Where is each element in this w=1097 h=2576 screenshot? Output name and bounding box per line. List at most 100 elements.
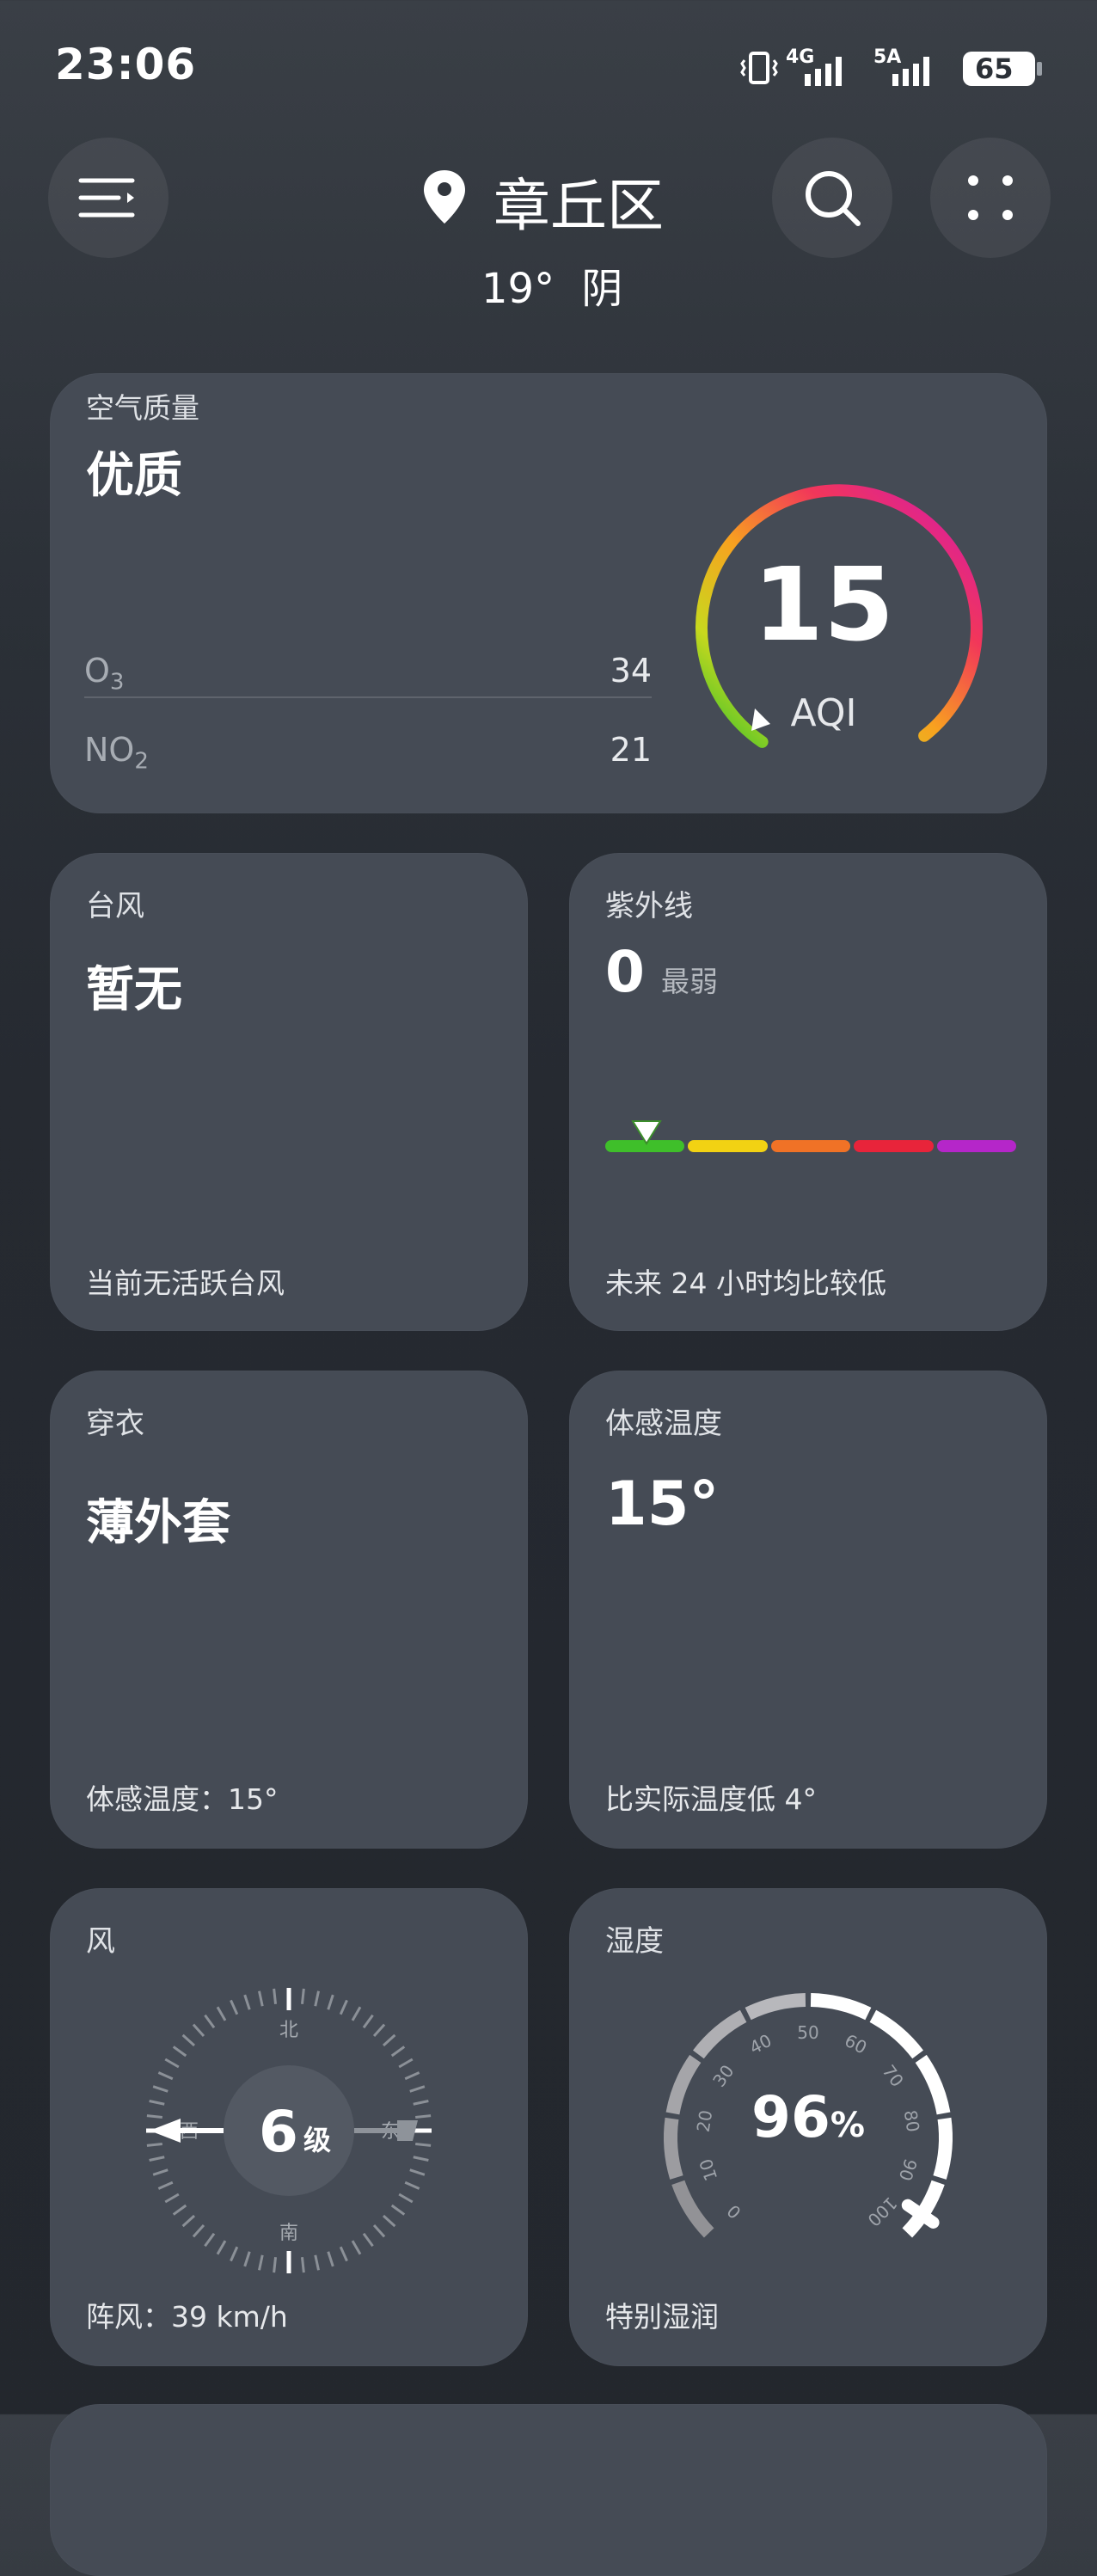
compass-tick <box>372 2023 386 2038</box>
uv-card[interactable]: 紫外线 0 最弱 未来 24 小时均比较低 <box>569 853 1047 1331</box>
uv-footer: 未来 24 小时均比较低 <box>605 1267 886 1300</box>
compass-tick <box>382 2214 396 2228</box>
typhoon-title: 台风 <box>86 889 144 923</box>
humidity-scale-label: 40 <box>746 2030 775 2058</box>
compass-tick <box>382 2033 396 2047</box>
clothing-title: 穿衣 <box>86 1407 144 1441</box>
humidity-scale-label: 10 <box>696 2156 722 2184</box>
humidity-scale-label: 60 <box>842 2030 871 2058</box>
wind-card[interactable]: 风 北 南 西 东 6 级 阵风：39 km/h <box>50 1888 528 2366</box>
menu-icon <box>78 178 135 218</box>
compass-tick <box>258 2254 264 2271</box>
compass-tick <box>404 2180 420 2190</box>
location-title[interactable]: 章丘区 <box>421 156 696 239</box>
uv-reading: 0 最弱 <box>605 939 718 1005</box>
compass-tick <box>258 1990 264 2007</box>
uv-scale-bar <box>605 1120 1017 1152</box>
compass-tick <box>243 2251 251 2267</box>
compass-tick <box>351 2240 362 2255</box>
compass-tick <box>300 1988 305 2004</box>
air-quality-card[interactable]: 空气质量 优质 O3 34 NO2 21 15 AQI <box>50 373 1047 813</box>
clothing-card[interactable]: 穿衣 薄外套 体感温度：15° <box>50 1371 528 1849</box>
compass-tick <box>362 2232 374 2248</box>
typhoon-card[interactable]: 台风 暂无 当前无活跃台风 <box>50 853 528 1331</box>
compass-tick <box>152 2168 169 2176</box>
clothing-footer: 体感温度：15° <box>86 1782 279 1816</box>
compass-tick <box>314 1990 320 2007</box>
compass-tick <box>230 1999 239 2015</box>
compass-tick <box>327 2251 334 2267</box>
compass-tick <box>415 2114 432 2119</box>
clothing-value: 薄外套 <box>86 1495 230 1551</box>
compass-south: 南 <box>279 2223 298 2244</box>
compass-tick <box>181 2033 196 2047</box>
no2-row: NO2 21 <box>84 724 652 776</box>
compass-tick <box>351 2006 362 2021</box>
compass-tick <box>149 2100 165 2106</box>
compass-tick <box>164 2193 180 2204</box>
compass-tick <box>398 2193 414 2204</box>
location-pin-icon <box>424 170 465 224</box>
compass-tick <box>300 2257 305 2273</box>
search-button[interactable] <box>772 138 892 258</box>
humidity-value: 96 <box>751 2084 830 2150</box>
wind-footer: 阵风：39 km/h <box>86 2300 288 2334</box>
compass-tick <box>390 2204 406 2216</box>
compass-tick <box>157 2180 174 2190</box>
uv-title: 紫外线 <box>605 889 693 923</box>
humidity-segment <box>810 1993 872 2021</box>
current-condition: 阴 <box>581 265 623 313</box>
humidity-segment <box>869 2009 923 2059</box>
humidity-scale-label: 100 <box>863 2193 901 2230</box>
compass-tick <box>146 2142 162 2147</box>
compass-tick <box>314 2254 320 2271</box>
status-icons: 4G 5A 65 <box>739 45 1049 93</box>
humidity-segment <box>671 2180 714 2238</box>
status-time: 23:06 <box>55 40 197 89</box>
feels-like-card[interactable]: 体感温度 15° 比实际温度低 4° <box>569 1371 1047 1849</box>
compass-tick <box>230 2246 239 2262</box>
humidity-card[interactable]: 湿度 0 10 20 30 40 50 60 70 80 90 100 96% 特别湿润 <box>569 1888 1047 2366</box>
humidity-scale-label: 50 <box>797 2022 818 2043</box>
compass-tick <box>152 2085 169 2093</box>
compass-tick <box>413 2100 429 2106</box>
feels-like-title: 体感温度 <box>605 1407 722 1441</box>
compass-tick <box>172 2045 187 2058</box>
signal-icon-2 <box>892 57 929 86</box>
compass-tick <box>372 2223 386 2238</box>
location-name: 章丘区 <box>493 173 664 239</box>
compass-tick <box>181 2214 196 2228</box>
no2-label: NO2 <box>84 731 149 775</box>
compass-tick <box>204 2014 216 2029</box>
humidity-segment <box>693 2009 747 2059</box>
uv-level: 最弱 <box>661 965 719 998</box>
o3-label: O3 <box>84 652 125 696</box>
humidity-title: 湿度 <box>605 1924 664 1959</box>
typhoon-footer: 当前无活跃台风 <box>86 1267 285 1300</box>
compass-tick <box>243 1994 251 2010</box>
compass-tick <box>415 2142 432 2147</box>
compass-tick <box>204 2232 216 2248</box>
compass-tick <box>273 1988 278 2004</box>
compass-tick <box>362 2014 374 2029</box>
compass-tick <box>413 2156 429 2162</box>
compass-tick <box>390 2045 406 2058</box>
battery-icon: 65 <box>963 52 1035 86</box>
humidity-scale-label: 0 <box>723 2200 745 2223</box>
wind-level-number: 6 <box>259 2099 298 2165</box>
menu-button[interactable] <box>48 138 169 258</box>
vibrate-icon <box>740 52 778 84</box>
current-temp: 19° <box>481 265 555 313</box>
compass-tick <box>339 1999 348 2015</box>
more-button[interactable] <box>930 138 1051 258</box>
current-weather: 19° 阴 <box>481 255 622 315</box>
compass-tick <box>273 2257 278 2273</box>
aqi-label: AQI <box>790 691 857 735</box>
air-quality-title: 空气质量 <box>86 391 199 425</box>
wind-title: 风 <box>86 1924 115 1959</box>
next-card[interactable] <box>50 2404 1047 2576</box>
compass-tick <box>149 2156 165 2162</box>
aqi-value: 15 <box>752 545 895 664</box>
compass-tick <box>192 2023 205 2038</box>
signal-icon-1 <box>805 57 842 86</box>
